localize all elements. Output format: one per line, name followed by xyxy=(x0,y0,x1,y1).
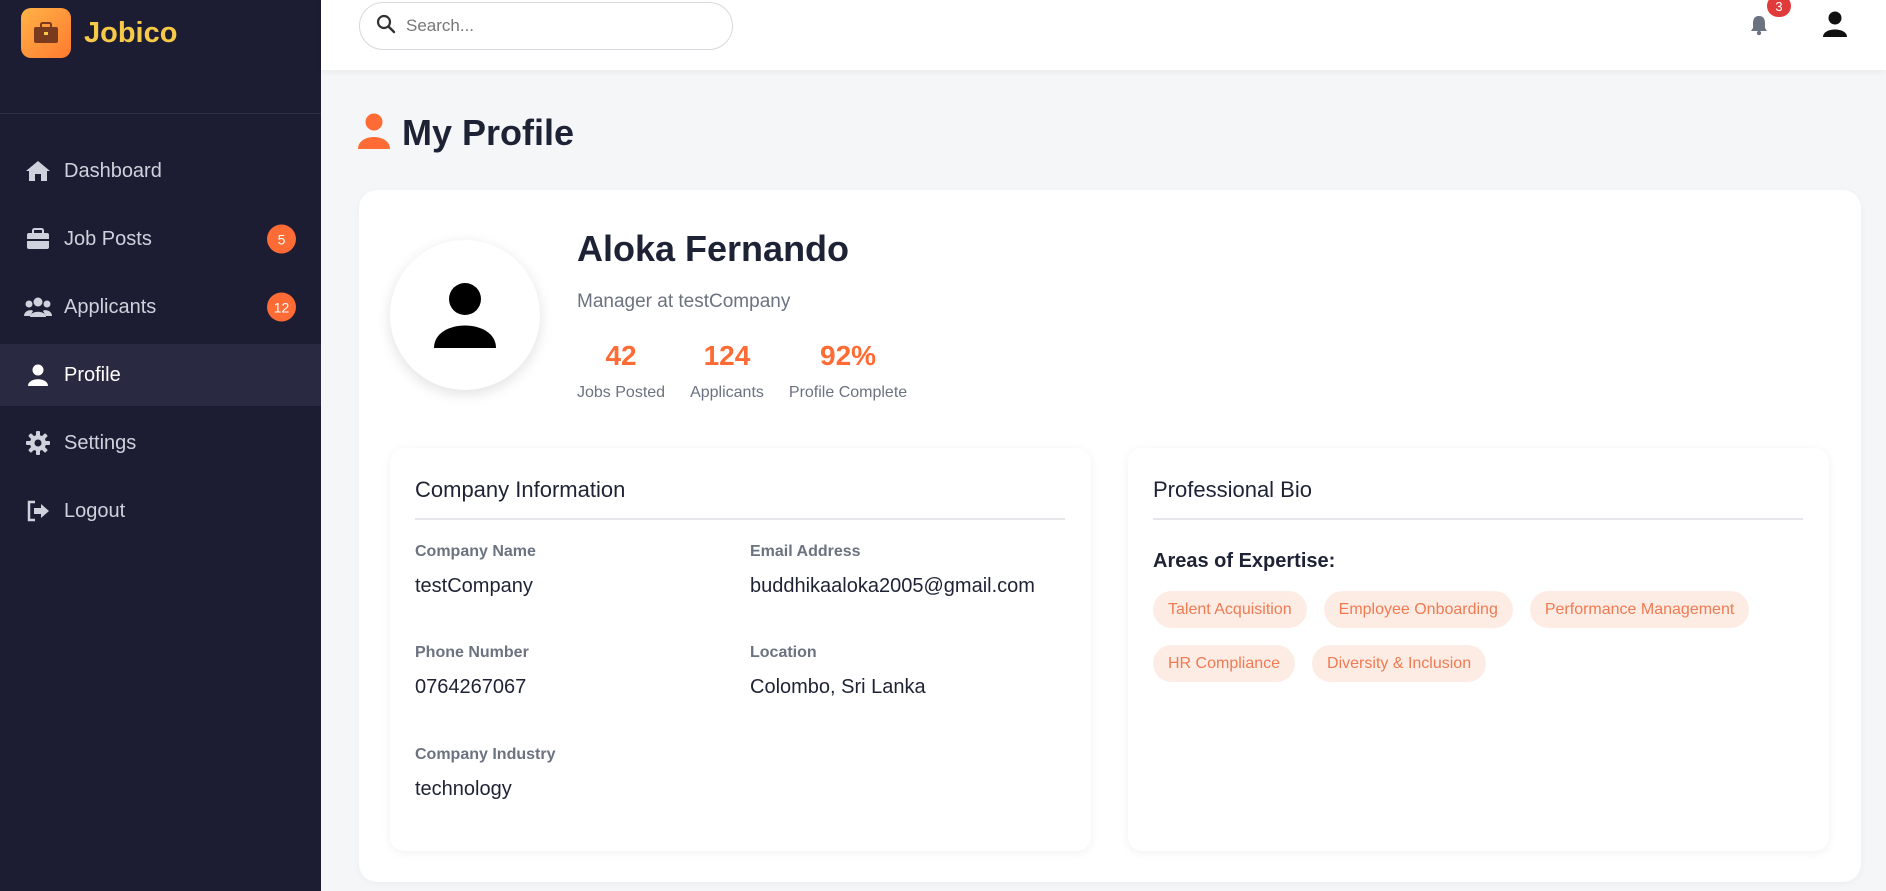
brand[interactable]: Jobico xyxy=(21,8,177,58)
search-icon xyxy=(376,14,396,39)
sidebar-item-label: Profile xyxy=(64,363,121,386)
expertise-tag: Talent Acquisition xyxy=(1153,591,1307,628)
sidebar-item-applicants[interactable]: Applicants 12 xyxy=(0,276,321,338)
field-value: buddhikaaloka2005@gmail.com xyxy=(750,575,1035,597)
search-input[interactable] xyxy=(406,16,706,36)
profile-card: Aloka Fernando Manager at testCompany 42… xyxy=(359,190,1861,882)
bell-icon[interactable] xyxy=(1749,14,1773,38)
page-title: My Profile xyxy=(358,112,574,154)
expertise-tags: Talent Acquisition Employee Onboarding P… xyxy=(1153,591,1793,699)
search-box[interactable] xyxy=(359,2,733,50)
expertise-tag: HR Compliance xyxy=(1153,645,1296,682)
panel-title: Professional Bio xyxy=(1153,477,1312,502)
field-label: Email Address xyxy=(750,543,861,560)
sidebar: Jobico Dashboard Job Posts 5 Applicants … xyxy=(0,0,321,891)
field-phone-number: Phone Number 0764267067 xyxy=(415,644,529,699)
expertise-tag: Employee Onboarding xyxy=(1323,591,1513,628)
user-icon xyxy=(434,283,496,348)
field-label: Company Name xyxy=(415,543,536,560)
profile-stats: 42 Jobs Posted 124 Applicants 92% Profil… xyxy=(577,340,932,402)
field-value: testCompany xyxy=(415,575,533,597)
field-value: Colombo, Sri Lanka xyxy=(750,676,926,698)
field-value: technology xyxy=(415,778,512,800)
divider xyxy=(415,518,1065,520)
stat-label: Jobs Posted xyxy=(577,384,666,401)
sidebar-divider xyxy=(0,113,321,114)
stat-jobs-posted: 42 Jobs Posted xyxy=(577,340,665,402)
avatar xyxy=(390,240,540,390)
briefcase-icon xyxy=(24,225,52,253)
professional-bio-panel: Professional Bio Areas of Expertise: Tal… xyxy=(1128,448,1829,851)
topbar: 3 xyxy=(321,0,1886,70)
sidebar-item-logout[interactable]: Logout xyxy=(0,480,321,542)
user-menu-icon[interactable] xyxy=(1821,10,1855,44)
field-company-name: Company Name testCompany xyxy=(415,543,536,598)
home-icon xyxy=(24,157,52,185)
field-value: 0764267067 xyxy=(415,676,527,698)
sidebar-item-label: Applicants xyxy=(64,295,157,318)
page-title-text: My Profile xyxy=(402,112,575,153)
profile-name: Aloka Fernando xyxy=(577,228,850,269)
sidebar-item-label: Settings xyxy=(64,431,137,454)
count-badge: 5 xyxy=(267,224,296,254)
briefcase-icon xyxy=(21,8,71,58)
sidebar-item-settings[interactable]: Settings xyxy=(0,412,321,474)
stat-value: 42 xyxy=(605,340,637,371)
brand-name: Jobico xyxy=(84,16,178,49)
company-info-panel: Company Information Company Name testCom… xyxy=(390,448,1091,851)
expertise-heading: Areas of Expertise: xyxy=(1153,550,1336,572)
stat-value: 92% xyxy=(820,340,877,371)
sidebar-item-label: Dashboard xyxy=(64,159,162,182)
user-icon xyxy=(358,113,390,154)
stat-value: 124 xyxy=(703,340,751,371)
stat-applicants: 124 Applicants xyxy=(690,340,764,402)
user-icon xyxy=(24,361,52,389)
logout-icon xyxy=(24,497,52,525)
sidebar-nav: Dashboard Job Posts 5 Applicants 12 Prof… xyxy=(0,140,321,548)
field-email-address: Email Address buddhikaaloka2005@gmail.co… xyxy=(750,543,1035,598)
expertise-tag: Diversity & Inclusion xyxy=(1312,645,1487,682)
expertise-tag: Performance Management xyxy=(1529,591,1750,628)
gear-icon xyxy=(24,429,52,457)
stat-label: Applicants xyxy=(690,384,764,401)
sidebar-item-label: Logout xyxy=(64,499,126,522)
field-location: Location Colombo, Sri Lanka xyxy=(750,644,926,699)
notification-badge: 3 xyxy=(1767,0,1791,17)
count-badge: 12 xyxy=(267,292,296,322)
users-icon xyxy=(24,293,52,321)
sidebar-item-profile[interactable]: Profile xyxy=(0,344,321,406)
stat-label: Profile Complete xyxy=(788,384,908,401)
field-label: Company Industry xyxy=(415,746,556,763)
field-label: Phone Number xyxy=(415,644,529,661)
divider xyxy=(1153,518,1803,520)
panel-title: Company Information xyxy=(415,477,626,502)
field-label: Location xyxy=(750,644,817,661)
profile-role: Manager at testCompany xyxy=(577,291,791,312)
sidebar-item-label: Job Posts xyxy=(64,227,152,250)
stat-profile-complete: 92% Profile Complete xyxy=(789,340,907,402)
field-company-industry: Company Industry technology xyxy=(415,746,555,801)
sidebar-item-job-posts[interactable]: Job Posts 5 xyxy=(0,208,321,270)
sidebar-item-dashboard[interactable]: Dashboard xyxy=(0,140,321,202)
